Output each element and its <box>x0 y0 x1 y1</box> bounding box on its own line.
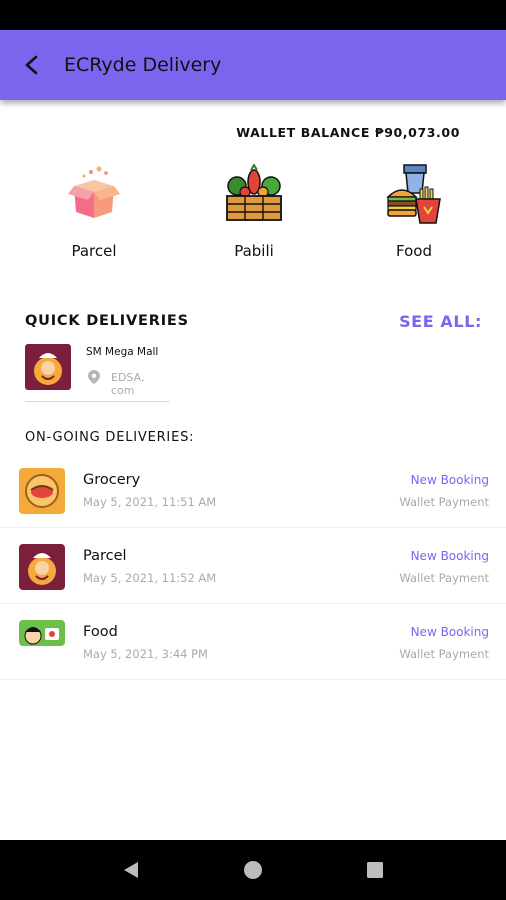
service-label: Food <box>396 242 432 260</box>
store-logo-icon <box>25 344 71 390</box>
delivery-status: New Booking <box>410 549 489 563</box>
status-bar <box>0 0 506 30</box>
arrow-back-icon <box>25 55 38 75</box>
wallet-balance: WALLET BALANCE ₱90,073.00 <box>236 125 460 140</box>
grocery-logo-icon <box>19 468 65 514</box>
food-logo-icon <box>19 620 65 646</box>
delivery-date: May 5, 2021, 11:51 AM <box>83 495 217 509</box>
service-parcel[interactable]: Parcel <box>39 162 149 272</box>
delivery-row[interactable]: Grocery May 5, 2021, 11:51 AM New Bookin… <box>0 452 506 528</box>
vegetable-crate-icon <box>222 162 286 226</box>
nav-back-button[interactable] <box>111 850 151 890</box>
delivery-date: May 5, 2021, 3:44 PM <box>83 647 208 661</box>
nav-recents-icon <box>367 862 383 878</box>
location-pin-icon <box>88 370 100 384</box>
parcel-logo-icon <box>19 544 65 590</box>
delivery-payment: Wallet Payment <box>399 571 489 585</box>
delivery-row[interactable]: Parcel May 5, 2021, 11:52 AM New Booking… <box>0 528 506 604</box>
quick-deliveries-title: QUICK DELIVERIES <box>25 313 189 329</box>
system-nav-bar <box>0 840 506 900</box>
parcel-box-icon <box>62 162 126 226</box>
quick-delivery-address: EDSA, com <box>111 371 145 397</box>
quick-delivery-item[interactable]: SM Mega Mall EDSA, com <box>25 344 170 402</box>
page-title: ECRyde Delivery <box>64 54 222 76</box>
ongoing-deliveries-list: Grocery May 5, 2021, 11:51 AM New Bookin… <box>0 452 506 680</box>
quick-delivery-name: SM Mega Mall <box>86 346 159 358</box>
service-label: Pabili <box>234 242 274 260</box>
delivery-title: Food <box>83 624 118 640</box>
service-food[interactable]: Food <box>359 162 469 272</box>
service-label: Parcel <box>71 242 117 260</box>
nav-home-icon <box>244 861 262 879</box>
service-pabili[interactable]: Pabili <box>199 162 309 272</box>
fast-food-icon <box>382 162 446 226</box>
delivery-payment: Wallet Payment <box>399 647 489 661</box>
nav-recents-button[interactable] <box>355 850 395 890</box>
see-all-link[interactable]: SEE ALL: <box>399 312 482 331</box>
delivery-row[interactable]: Food May 5, 2021, 3:44 PM New Booking Wa… <box>0 604 506 680</box>
app-bar: ECRyde Delivery <box>0 30 506 100</box>
delivery-payment: Wallet Payment <box>399 495 489 509</box>
delivery-title: Parcel <box>83 548 127 564</box>
delivery-date: May 5, 2021, 11:52 AM <box>83 571 217 585</box>
delivery-status: New Booking <box>410 473 489 487</box>
back-button[interactable] <box>2 30 62 100</box>
delivery-title: Grocery <box>83 472 141 488</box>
delivery-status: New Booking <box>410 625 489 639</box>
nav-back-icon <box>124 862 138 878</box>
nav-home-button[interactable] <box>233 850 273 890</box>
ongoing-deliveries-title: ON-GOING DELIVERIES: <box>25 430 195 445</box>
